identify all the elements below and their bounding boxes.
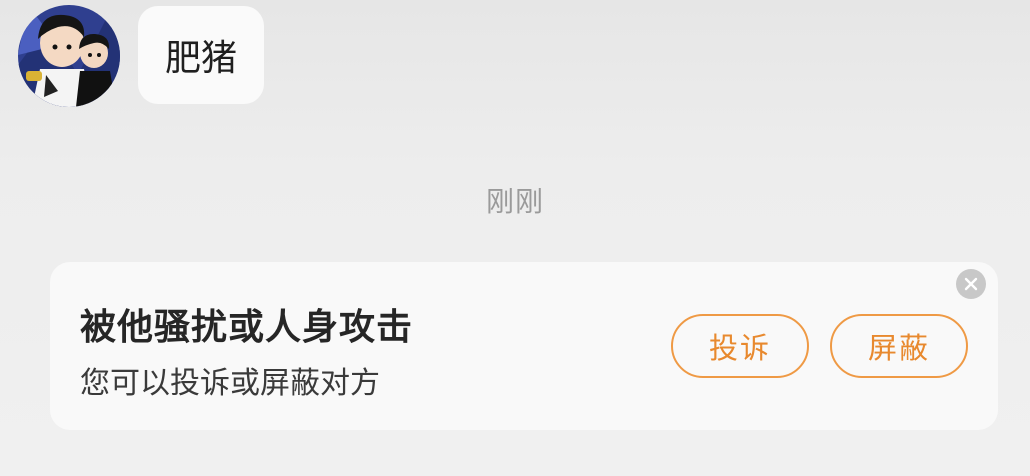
avatar[interactable] [18,5,120,107]
message-timestamp: 刚刚 [485,185,544,218]
harassment-report-card: 被他骚扰或人身攻击 您可以投诉或屏蔽对方 投诉 屏蔽 [50,262,998,430]
card-title: 被他骚扰或人身攻击 [80,307,414,348]
chat-message-text: 肥猪 [165,38,238,79]
cartoon-avatar-icon [18,5,120,107]
block-button[interactable]: 屏蔽 [830,314,968,378]
chat-message-bubble[interactable]: 肥猪 [138,6,265,104]
close-button[interactable] [956,269,986,299]
card-subtitle: 您可以投诉或屏蔽对方 [80,366,380,401]
report-button[interactable]: 投诉 [671,314,809,378]
close-icon [964,277,978,291]
